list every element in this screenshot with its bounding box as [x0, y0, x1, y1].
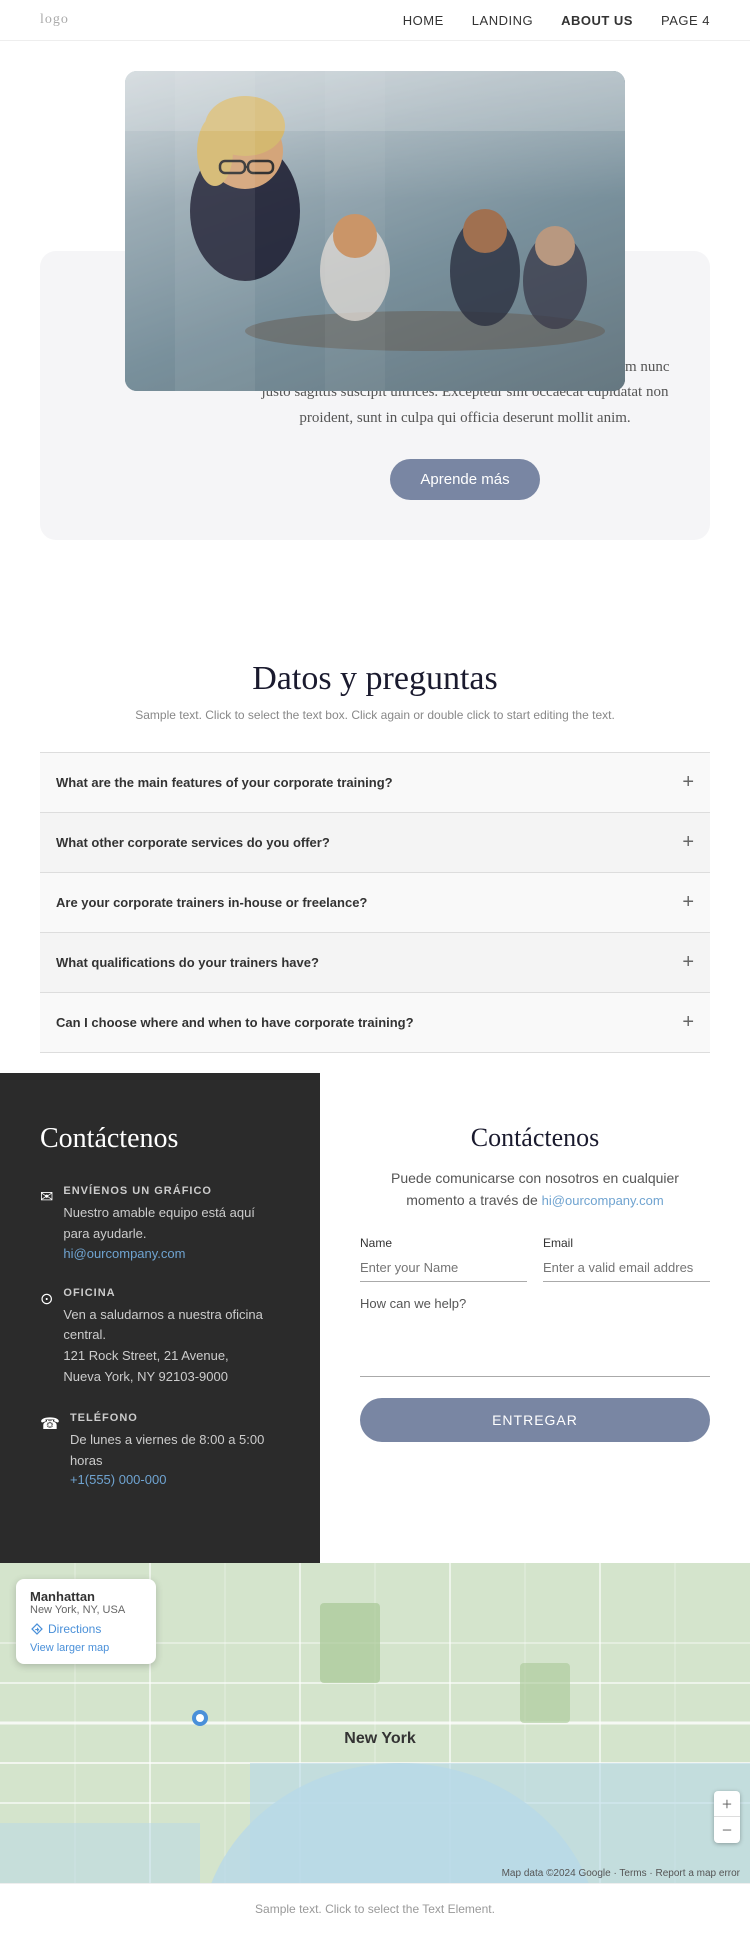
name-label: Name	[360, 1236, 527, 1250]
contact-phone-text: De lunes a viernes de 8:00 a 5:00 horas	[70, 1430, 280, 1472]
contact-dark-panel: Contáctenos ✉ ENVÍENOS UN GRÁFICO Nuestr…	[0, 1073, 320, 1563]
logo: logo	[40, 12, 69, 28]
email-label: Email	[543, 1236, 710, 1250]
faq-expand-icon-2: +	[682, 831, 694, 854]
faq-item-3[interactable]: Are your corporate trainers in-house or …	[40, 873, 710, 933]
how-help-input[interactable]	[360, 1317, 710, 1377]
map-copyright: Map data ©2024 Google · Terms · Report a…	[502, 1868, 740, 1879]
email-icon: ✉	[40, 1187, 53, 1207]
zoom-in-button[interactable]: +	[714, 1791, 740, 1817]
form-name-email-row: Name Email	[360, 1236, 710, 1282]
nav-landing[interactable]: LANDING	[472, 13, 533, 28]
nav-page4[interactable]: PAGE 4	[661, 13, 710, 28]
faq-question-4: What qualifications do your trainers hav…	[56, 955, 319, 970]
email-field: Email	[543, 1236, 710, 1282]
faq-expand-icon-4: +	[682, 951, 694, 974]
contact-email-text: Nuestro amable equipo está aquí para ayu…	[63, 1203, 280, 1245]
contact-office-label: OFICINA	[63, 1287, 280, 1299]
nav-links: HOME LANDING ABOUT US PAGE 4	[403, 13, 710, 28]
contact-phone-label: TELÉFONO	[70, 1412, 280, 1424]
contact-office-text: Ven a saludarnos a nuestra oficina centr…	[63, 1305, 280, 1388]
nav-about-us[interactable]: ABOUT US	[561, 13, 633, 28]
contact-dark-title: Contáctenos	[40, 1123, 280, 1155]
map-address: New York, NY, USA	[30, 1604, 142, 1616]
nav-home[interactable]: HOME	[403, 13, 444, 28]
email-input[interactable]	[543, 1254, 710, 1282]
contact-form-email-link[interactable]: hi@ourcompany.com	[542, 1193, 664, 1208]
faq-item-2[interactable]: What other corporate services do you off…	[40, 813, 710, 873]
phone-icon: ☎	[40, 1414, 60, 1434]
contact-email-label: ENVÍENOS UN GRÁFICO	[63, 1185, 280, 1197]
how-help-field: How can we help?	[360, 1296, 710, 1382]
faq-list: What are the main features of your corpo…	[40, 752, 710, 1053]
faq-section: Datos y preguntas Sample text. Click to …	[0, 600, 750, 1073]
contact-phone-item: ☎ TELÉFONO De lunes a viernes de 8:00 a …	[40, 1412, 280, 1490]
learn-more-button[interactable]: Aprende más	[390, 459, 539, 500]
zoom-out-button[interactable]: −	[714, 1817, 740, 1843]
contact-email-item: ✉ ENVÍENOS UN GRÁFICO Nuestro amable equ…	[40, 1185, 280, 1263]
hero-photo	[125, 71, 625, 391]
map-section: New York Manhattan New York, NY, USA Dir…	[0, 1563, 750, 1883]
contact-phone-link[interactable]: +1(555) 000-000	[70, 1472, 167, 1487]
faq-expand-icon-3: +	[682, 891, 694, 914]
map-overlay: Manhattan New York, NY, USA Directions V…	[16, 1579, 156, 1664]
contact-form-description: Puede comunicarse con nosotros en cualqu…	[360, 1167, 710, 1212]
hero-image	[125, 71, 625, 391]
faq-question-1: What are the main features of your corpo…	[56, 775, 393, 790]
faq-item-1[interactable]: What are the main features of your corpo…	[40, 753, 710, 813]
hero-section: Preguntas frecuentes Lorem ipsum dolor s…	[0, 41, 750, 600]
faq-item-4[interactable]: What qualifications do your trainers hav…	[40, 933, 710, 993]
faq-title: Datos y preguntas	[40, 660, 710, 698]
contact-office-item: ⊙ OFICINA Ven a saludarnos a nuestra ofi…	[40, 1287, 280, 1388]
contact-form-title: Contáctenos	[360, 1123, 710, 1153]
contact-section: Contáctenos ✉ ENVÍENOS UN GRÁFICO Nuestr…	[0, 1073, 750, 1563]
faq-question-3: Are your corporate trainers in-house or …	[56, 895, 367, 910]
view-larger-map-button[interactable]: View larger map	[30, 1642, 142, 1654]
faq-question-5: Can I choose where and when to have corp…	[56, 1015, 414, 1030]
contact-email-link[interactable]: hi@ourcompany.com	[63, 1246, 185, 1261]
faq-expand-icon-1: +	[682, 771, 694, 794]
faq-question-2: What other corporate services do you off…	[56, 835, 330, 850]
how-help-label: How can we help?	[360, 1296, 710, 1311]
map-zoom-controls: + −	[714, 1791, 740, 1843]
map-directions-button[interactable]: Directions	[30, 1622, 142, 1636]
name-input[interactable]	[360, 1254, 527, 1282]
name-field: Name	[360, 1236, 527, 1282]
contact-form-panel: Contáctenos Puede comunicarse con nosotr…	[320, 1073, 750, 1492]
faq-expand-icon-5: +	[682, 1011, 694, 1034]
submit-button[interactable]: ENTREGAR	[360, 1398, 710, 1442]
faq-item-5[interactable]: Can I choose where and when to have corp…	[40, 993, 710, 1053]
faq-subtitle: Sample text. Click to select the text bo…	[40, 708, 710, 722]
footer-note: Sample text. Click to select the Text El…	[0, 1883, 750, 1934]
map-city: Manhattan	[30, 1589, 142, 1604]
office-icon: ⊙	[40, 1289, 53, 1309]
navigation: logo HOME LANDING ABOUT US PAGE 4	[0, 0, 750, 41]
directions-label: Directions	[48, 1622, 101, 1636]
svg-text:New York: New York	[344, 1730, 416, 1747]
map-background: New York Manhattan New York, NY, USA Dir…	[0, 1563, 750, 1883]
